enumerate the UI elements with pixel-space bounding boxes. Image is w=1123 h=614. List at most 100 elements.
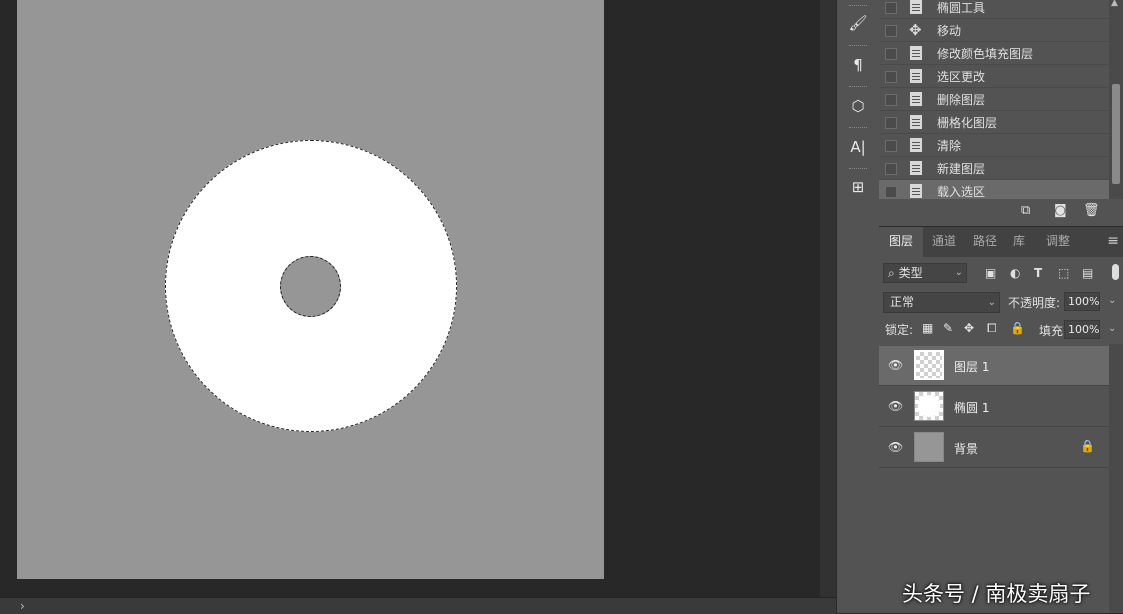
grip-handle[interactable]: [849, 127, 867, 130]
document-icon: [910, 92, 922, 106]
trash-icon[interactable]: 🗑: [1083, 203, 1100, 218]
history-scroll-thumb[interactable]: [1112, 84, 1120, 184]
lock-artboard-icon[interactable]: ⧠: [987, 321, 997, 336]
history-item[interactable]: 栅格化图层: [879, 111, 1109, 134]
panel-menu-icon[interactable]: ≡: [1107, 233, 1119, 249]
layer-row[interactable]: 👁 背景 🔒: [879, 428, 1109, 468]
layer-name[interactable]: 椭圆 1: [954, 399, 989, 416]
history-checkbox[interactable]: [885, 94, 897, 106]
grip-handle[interactable]: [849, 45, 867, 48]
history-checkbox[interactable]: [885, 163, 897, 175]
history-checkbox[interactable]: [885, 48, 897, 60]
filter-kind-select[interactable]: ⌕ 类型 ⌄: [883, 263, 967, 283]
properties-icon[interactable]: ⊞: [843, 172, 873, 202]
history-item-label: 删除图层: [937, 93, 986, 107]
history-item-label: 修改颜色填充图层: [937, 47, 1034, 61]
adjustment-filter-icon[interactable]: ◐: [1010, 266, 1020, 280]
lock-label: 锁定:: [885, 323, 914, 337]
tab-adjustments[interactable]: 调整: [1039, 227, 1077, 257]
document-icon: [910, 0, 922, 14]
tab-paths[interactable]: 路径: [966, 227, 1004, 257]
history-checkbox[interactable]: [885, 140, 897, 152]
history-item-label: 移动: [937, 24, 962, 38]
history-item[interactable]: 清除: [879, 134, 1109, 157]
layer-thumbnail[interactable]: [914, 432, 944, 462]
tab-layers[interactable]: 图层: [879, 227, 923, 257]
shape-filter-icon[interactable]: ⬚: [1058, 266, 1069, 280]
document-icon: [910, 138, 922, 152]
layers-tab-bar: 图层 通道 路径 库 调整 ≡: [879, 226, 1123, 257]
history-item[interactable]: 新建图层: [879, 157, 1109, 180]
blend-row: 正常 ⌄ 不透明度: 100% ⌄: [879, 290, 1123, 314]
history-scrollbar[interactable]: ▲: [1109, 0, 1123, 199]
opacity-label: 不透明度:: [1008, 296, 1061, 310]
history-checkbox[interactable]: [885, 71, 897, 83]
layer-name[interactable]: 图层 1: [954, 358, 989, 375]
grip-handle[interactable]: [849, 168, 867, 171]
history-list: 椭圆工具 ✥ 移动修改颜色填充图层选区更改删除图层栅格化图层清除新建图层载入选区: [879, 0, 1109, 203]
chevron-down-icon[interactable]: ⌄: [1108, 295, 1116, 306]
history-item-label: 栅格化图层: [937, 116, 998, 130]
fill-input[interactable]: 100%: [1064, 320, 1100, 339]
history-item[interactable]: 选区更改: [879, 65, 1109, 88]
history-item-label: 载入选区: [937, 185, 986, 199]
lock-row: 锁定: ▦ ✎ ✥ ⧠ 🔒 填充: 100% ⌄: [879, 318, 1123, 342]
snapshot-camera-icon[interactable]: ◙: [1054, 203, 1067, 218]
history-checkbox[interactable]: [885, 117, 897, 129]
history-checkbox[interactable]: [885, 2, 897, 14]
3d-cube-icon[interactable]: ⬡: [843, 91, 873, 121]
chevron-down-icon[interactable]: ⌄: [1108, 323, 1116, 334]
status-bar: ›: [0, 597, 836, 614]
document-icon: [910, 115, 922, 129]
layers-scrollbar[interactable]: [1109, 344, 1123, 613]
paragraph-icon[interactable]: ¶: [843, 50, 873, 80]
history-checkbox[interactable]: [885, 186, 897, 198]
new-document-from-state-icon[interactable]: ⧉: [1021, 203, 1030, 218]
chevron-down-icon: ⌄: [987, 297, 996, 308]
canvas-vertical-scrollbar[interactable]: [820, 0, 836, 597]
history-checkbox[interactable]: [885, 25, 897, 37]
canvas-workspace[interactable]: [0, 0, 820, 597]
history-item[interactable]: 修改颜色填充图层: [879, 42, 1109, 65]
layer-name[interactable]: 背景: [954, 440, 978, 457]
visibility-eye-icon[interactable]: 👁: [888, 358, 903, 372]
status-expand-arrow-icon[interactable]: ›: [20, 598, 25, 614]
history-item-label: 清除: [937, 139, 962, 153]
layer-thumbnail[interactable]: [914, 391, 944, 421]
search-icon: ⌕: [888, 266, 895, 280]
layer-row[interactable]: 👁 图层 1: [879, 346, 1109, 386]
document-icon: [910, 46, 922, 60]
pixel-filter-icon[interactable]: ▣: [985, 266, 996, 280]
tab-libraries[interactable]: 库: [1006, 227, 1032, 257]
lock-position-icon[interactable]: ✥: [964, 321, 974, 335]
fill-label: 填充:: [1039, 324, 1068, 338]
history-item[interactable]: 删除图层: [879, 88, 1109, 111]
lock-transparent-pixels-icon[interactable]: ▦: [922, 321, 933, 335]
lock-all-icon[interactable]: 🔒: [1010, 321, 1025, 335]
right-panel: 椭圆工具 ✥ 移动修改颜色填充图层选区更改删除图层栅格化图层清除新建图层载入选区 ▲…: [879, 0, 1123, 613]
selection-marquee-inner: [280, 256, 341, 317]
lock-image-pixels-icon[interactable]: ✎: [943, 321, 953, 335]
visibility-eye-icon[interactable]: 👁: [888, 399, 903, 413]
move-icon: ✥: [909, 21, 922, 39]
layer-thumbnail[interactable]: [914, 350, 944, 380]
history-item[interactable]: ✥ 移动: [879, 19, 1109, 42]
history-item-label: 新建图层: [937, 162, 986, 176]
visibility-eye-icon[interactable]: 👁: [888, 440, 903, 454]
layer-row[interactable]: 👁 椭圆 1: [879, 387, 1109, 427]
blend-mode-select[interactable]: 正常 ⌄: [883, 292, 1000, 313]
filter-toggle-switch[interactable]: [1112, 264, 1119, 280]
brush-settings-icon[interactable]: 🖌: [843, 8, 873, 38]
document-canvas[interactable]: [17, 0, 604, 579]
layer-lock-icon: 🔒: [1080, 439, 1095, 453]
tab-channels[interactable]: 通道: [925, 227, 963, 257]
type-filter-icon[interactable]: T: [1034, 266, 1042, 280]
document-icon: [910, 184, 922, 198]
history-item[interactable]: 椭圆工具: [879, 0, 1109, 19]
scroll-up-icon[interactable]: ▲: [1111, 0, 1118, 8]
history-footer: ⧉ ◙ 🗑: [879, 199, 1123, 225]
character-icon[interactable]: A|: [843, 132, 873, 162]
opacity-input[interactable]: 100%: [1064, 292, 1100, 311]
grip-handle[interactable]: [849, 86, 867, 89]
smart-object-filter-icon[interactable]: ▤: [1082, 266, 1093, 280]
